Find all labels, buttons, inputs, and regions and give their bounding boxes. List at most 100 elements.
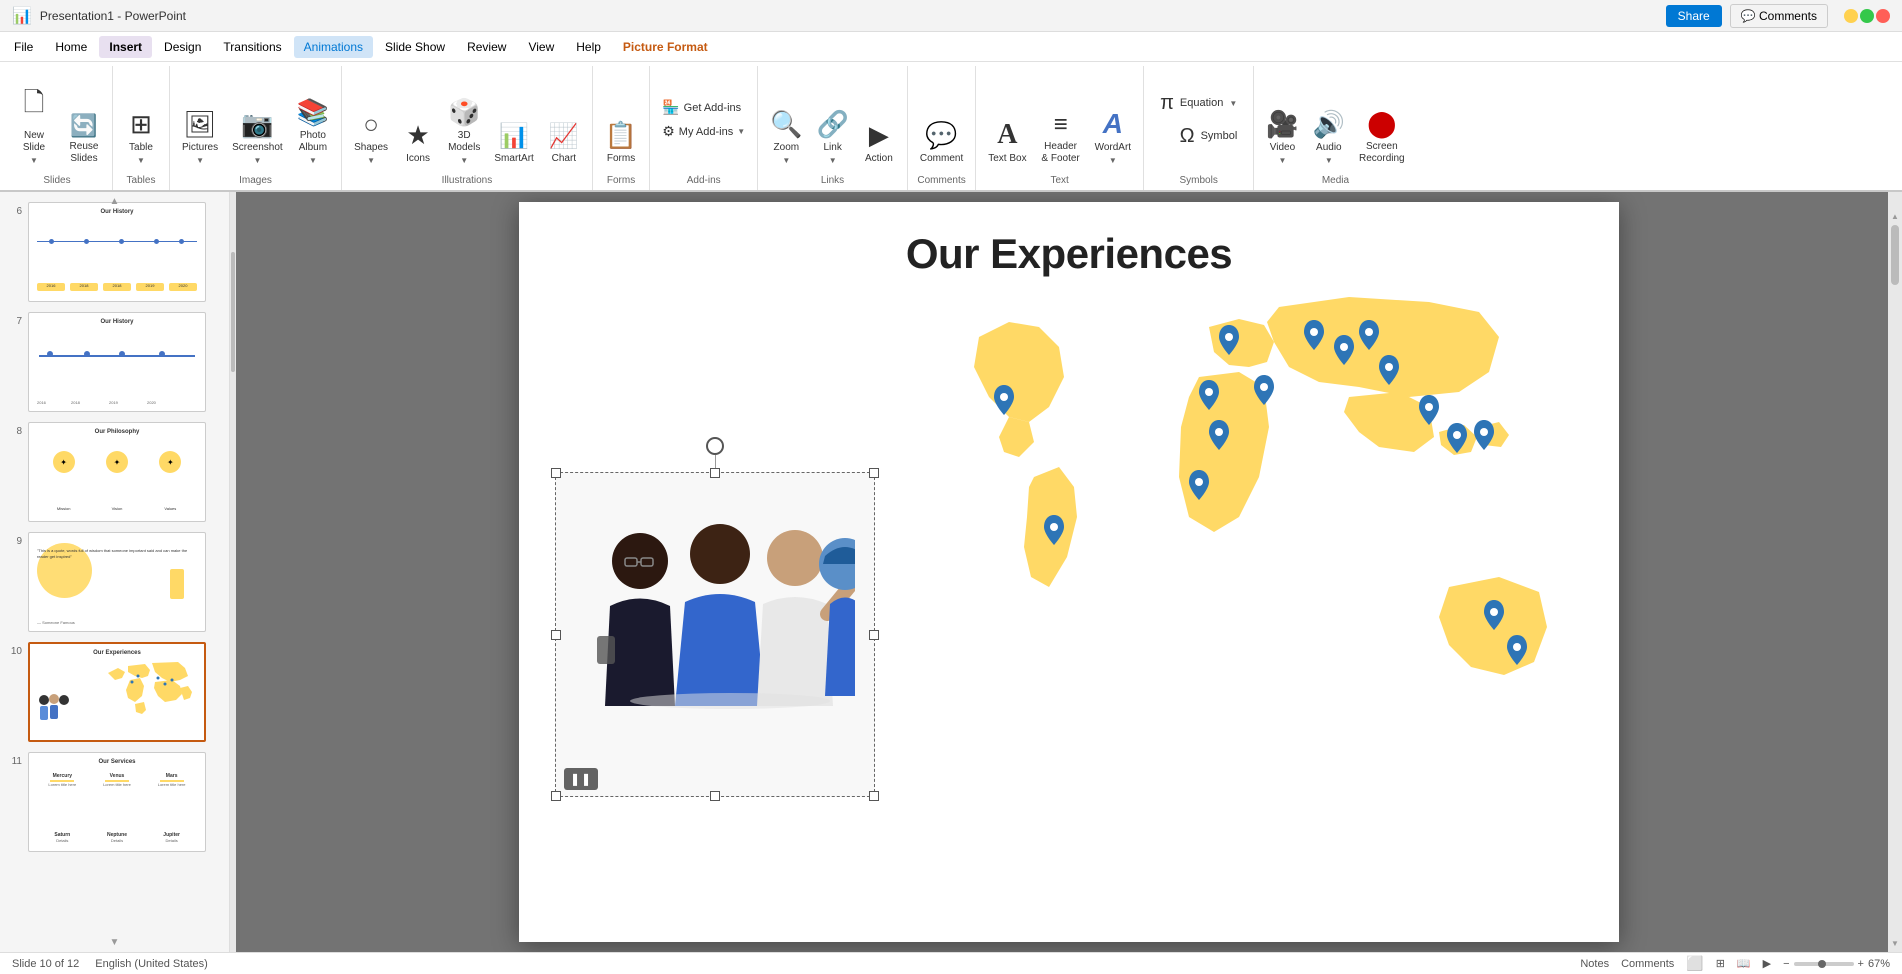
menu-home[interactable]: Home xyxy=(45,36,97,58)
smartart-icon: 📊 xyxy=(499,122,529,151)
wordart-button[interactable]: A WordArt ▼ xyxy=(1089,93,1138,169)
comments-button[interactable]: 💬 Comments xyxy=(1730,4,1828,28)
links-group-label: Links xyxy=(764,173,901,186)
shapes-button[interactable]: ○ Shapes ▼ xyxy=(348,93,394,169)
ribbon-group-comments: 💬 Comment Comments xyxy=(908,66,976,190)
comment-icon: 💬 xyxy=(925,120,957,151)
rotate-handle[interactable] xyxy=(706,437,724,455)
handle-bc[interactable] xyxy=(710,791,720,801)
media-pause-button[interactable]: ❚❚ xyxy=(564,768,598,790)
forms-group-label: Forms xyxy=(599,173,643,186)
panel-scroll-down[interactable]: ▼ xyxy=(110,937,120,948)
handle-tl[interactable] xyxy=(551,468,561,478)
status-bar: Slide 10 of 12 English (United States) N… xyxy=(0,952,1902,974)
header-footer-button[interactable]: ≡ Header& Footer xyxy=(1035,93,1087,169)
icons-button[interactable]: ★ Icons xyxy=(396,93,440,169)
minimize-button[interactable] xyxy=(1844,9,1858,23)
addins-group-label: Add-ins xyxy=(656,173,751,186)
comment-button[interactable]: 💬 Comment xyxy=(914,93,969,169)
ribbon: 🗋 NewSlide ▼ 🔄 ReuseSlides Slides ⊞ Tabl… xyxy=(0,62,1902,192)
menu-file[interactable]: File xyxy=(4,36,43,58)
reuse-slides-button[interactable]: 🔄 ReuseSlides xyxy=(62,93,106,169)
audio-button[interactable]: 🔊 Audio ▼ xyxy=(1307,93,1351,169)
canvas-scrollbar[interactable]: ▲ ▼ xyxy=(1888,192,1902,952)
title-bar: 📊 Presentation1 - PowerPoint Share 💬 Com… xyxy=(0,0,1902,32)
image-selection-box[interactable]: ❚❚ xyxy=(555,472,875,797)
menu-view[interactable]: View xyxy=(518,36,564,58)
slide-thumb-11[interactable]: 11 Our Services Mercury Lorem title here… xyxy=(4,750,225,854)
menu-design[interactable]: Design xyxy=(154,36,211,58)
menu-help[interactable]: Help xyxy=(566,36,611,58)
view-normal[interactable]: ⬜ xyxy=(1686,955,1703,972)
photo-album-button[interactable]: 📚 PhotoAlbum ▼ xyxy=(291,93,335,169)
slide-panel: 6 Our History 2016 2018 2018 2019 2020 xyxy=(0,192,230,952)
app-icon: 📊 xyxy=(12,6,32,26)
view-slideshow[interactable]: ▶ xyxy=(1763,957,1771,970)
chart-button[interactable]: 📈 Chart xyxy=(542,93,586,169)
comments-status[interactable]: Comments xyxy=(1621,958,1674,970)
canvas-area: Our Experiences xyxy=(236,192,1902,952)
video-icon: 🎥 xyxy=(1266,109,1298,140)
menu-slideshow[interactable]: Slide Show xyxy=(375,36,455,58)
world-map xyxy=(919,272,1599,842)
handle-mr[interactable] xyxy=(869,630,879,640)
symbol-button[interactable]: Ω Symbol xyxy=(1154,121,1243,152)
link-button[interactable]: 🔗 Link ▼ xyxy=(811,93,855,169)
view-reading[interactable]: 📖 xyxy=(1737,957,1751,970)
handle-tc[interactable] xyxy=(710,468,720,478)
menu-insert[interactable]: Insert xyxy=(99,36,152,58)
icons-icon: ★ xyxy=(406,120,429,151)
menu-animations[interactable]: Animations xyxy=(294,36,373,58)
view-slide-sorter[interactable]: ⊞ xyxy=(1716,957,1725,970)
slide-thumb-7[interactable]: 7 Our History 2016 2018 2019 2020 xyxy=(4,310,225,414)
slide-num-11: 11 xyxy=(6,752,22,767)
zoom-level: 67% xyxy=(1868,958,1890,970)
handle-ml[interactable] xyxy=(551,630,561,640)
slide-thumb-9[interactable]: 9 "This is a quote, words full of wisdom… xyxy=(4,530,225,634)
slide-info: Slide 10 of 12 xyxy=(12,958,79,970)
3d-models-button[interactable]: 🎲 3DModels ▼ xyxy=(442,93,486,169)
text-box-button[interactable]: A Text Box xyxy=(982,93,1032,169)
ribbon-group-forms: 📋 Forms Forms xyxy=(593,66,650,190)
pictures-button[interactable]: 🖼 Pictures ▼ xyxy=(176,93,224,169)
zoom-button[interactable]: 🔍 Zoom ▼ xyxy=(764,93,808,169)
language: English (United States) xyxy=(95,958,208,970)
link-icon: 🔗 xyxy=(817,109,849,140)
screenshot-button[interactable]: 📷 Screenshot ▼ xyxy=(226,93,289,169)
handle-tr[interactable] xyxy=(869,468,879,478)
menu-picture-format[interactable]: Picture Format xyxy=(613,36,718,58)
ribbon-group-slides: 🗋 NewSlide ▼ 🔄 ReuseSlides Slides xyxy=(8,66,113,190)
ribbon-group-symbols: π Equation ▼ Ω Symbol Symbols xyxy=(1144,66,1254,190)
slide-thumb-10[interactable]: 10 Our Experiences xyxy=(4,640,225,744)
symbols-group-label: Symbols xyxy=(1150,173,1247,186)
wordart-icon: A xyxy=(1103,108,1123,140)
table-button[interactable]: ⊞ Table ▼ xyxy=(119,93,163,169)
action-button[interactable]: ▶ Action xyxy=(857,93,901,169)
forms-button[interactable]: 📋 Forms xyxy=(599,93,643,169)
equation-button[interactable]: π Equation ▼ xyxy=(1154,88,1243,119)
slide-canvas[interactable]: Our Experiences xyxy=(519,202,1619,942)
slide-num-6: 6 xyxy=(6,202,22,217)
zoom-slider[interactable]: − + 67% xyxy=(1783,958,1890,970)
screen-recording-button[interactable]: ⬤ ScreenRecording xyxy=(1353,93,1411,169)
handle-br[interactable] xyxy=(869,791,879,801)
slide-num-7: 7 xyxy=(6,312,22,327)
panel-scroll-up[interactable]: ▲ xyxy=(110,196,120,207)
maximize-button[interactable] xyxy=(1860,9,1874,23)
slide-thumb-6[interactable]: 6 Our History 2016 2018 2018 2019 2020 xyxy=(4,200,225,304)
slide-thumb-8[interactable]: 8 Our Philosophy ✦ ✦ ✦ Mission Vision Va… xyxy=(4,420,225,524)
new-slide-button[interactable]: 🗋 NewSlide ▼ xyxy=(8,93,60,169)
my-add-ins-button[interactable]: ⚙ My Add-ins ▼ xyxy=(656,121,751,143)
menu-transitions[interactable]: Transitions xyxy=(213,36,291,58)
symbol-icon: Ω xyxy=(1180,125,1195,148)
close-button[interactable] xyxy=(1876,9,1890,23)
smartart-button[interactable]: 📊 SmartArt xyxy=(488,93,539,169)
table-icon: ⊞ xyxy=(130,109,152,140)
get-add-ins-button[interactable]: 🏪 Get Add-ins xyxy=(656,97,751,119)
video-button[interactable]: 🎥 Video ▼ xyxy=(1260,93,1304,169)
filename: Presentation1 - PowerPoint xyxy=(40,9,186,23)
share-button[interactable]: Share xyxy=(1666,5,1722,27)
handle-bl[interactable] xyxy=(551,791,561,801)
menu-review[interactable]: Review xyxy=(457,36,516,58)
notes-button[interactable]: Notes xyxy=(1580,958,1609,970)
